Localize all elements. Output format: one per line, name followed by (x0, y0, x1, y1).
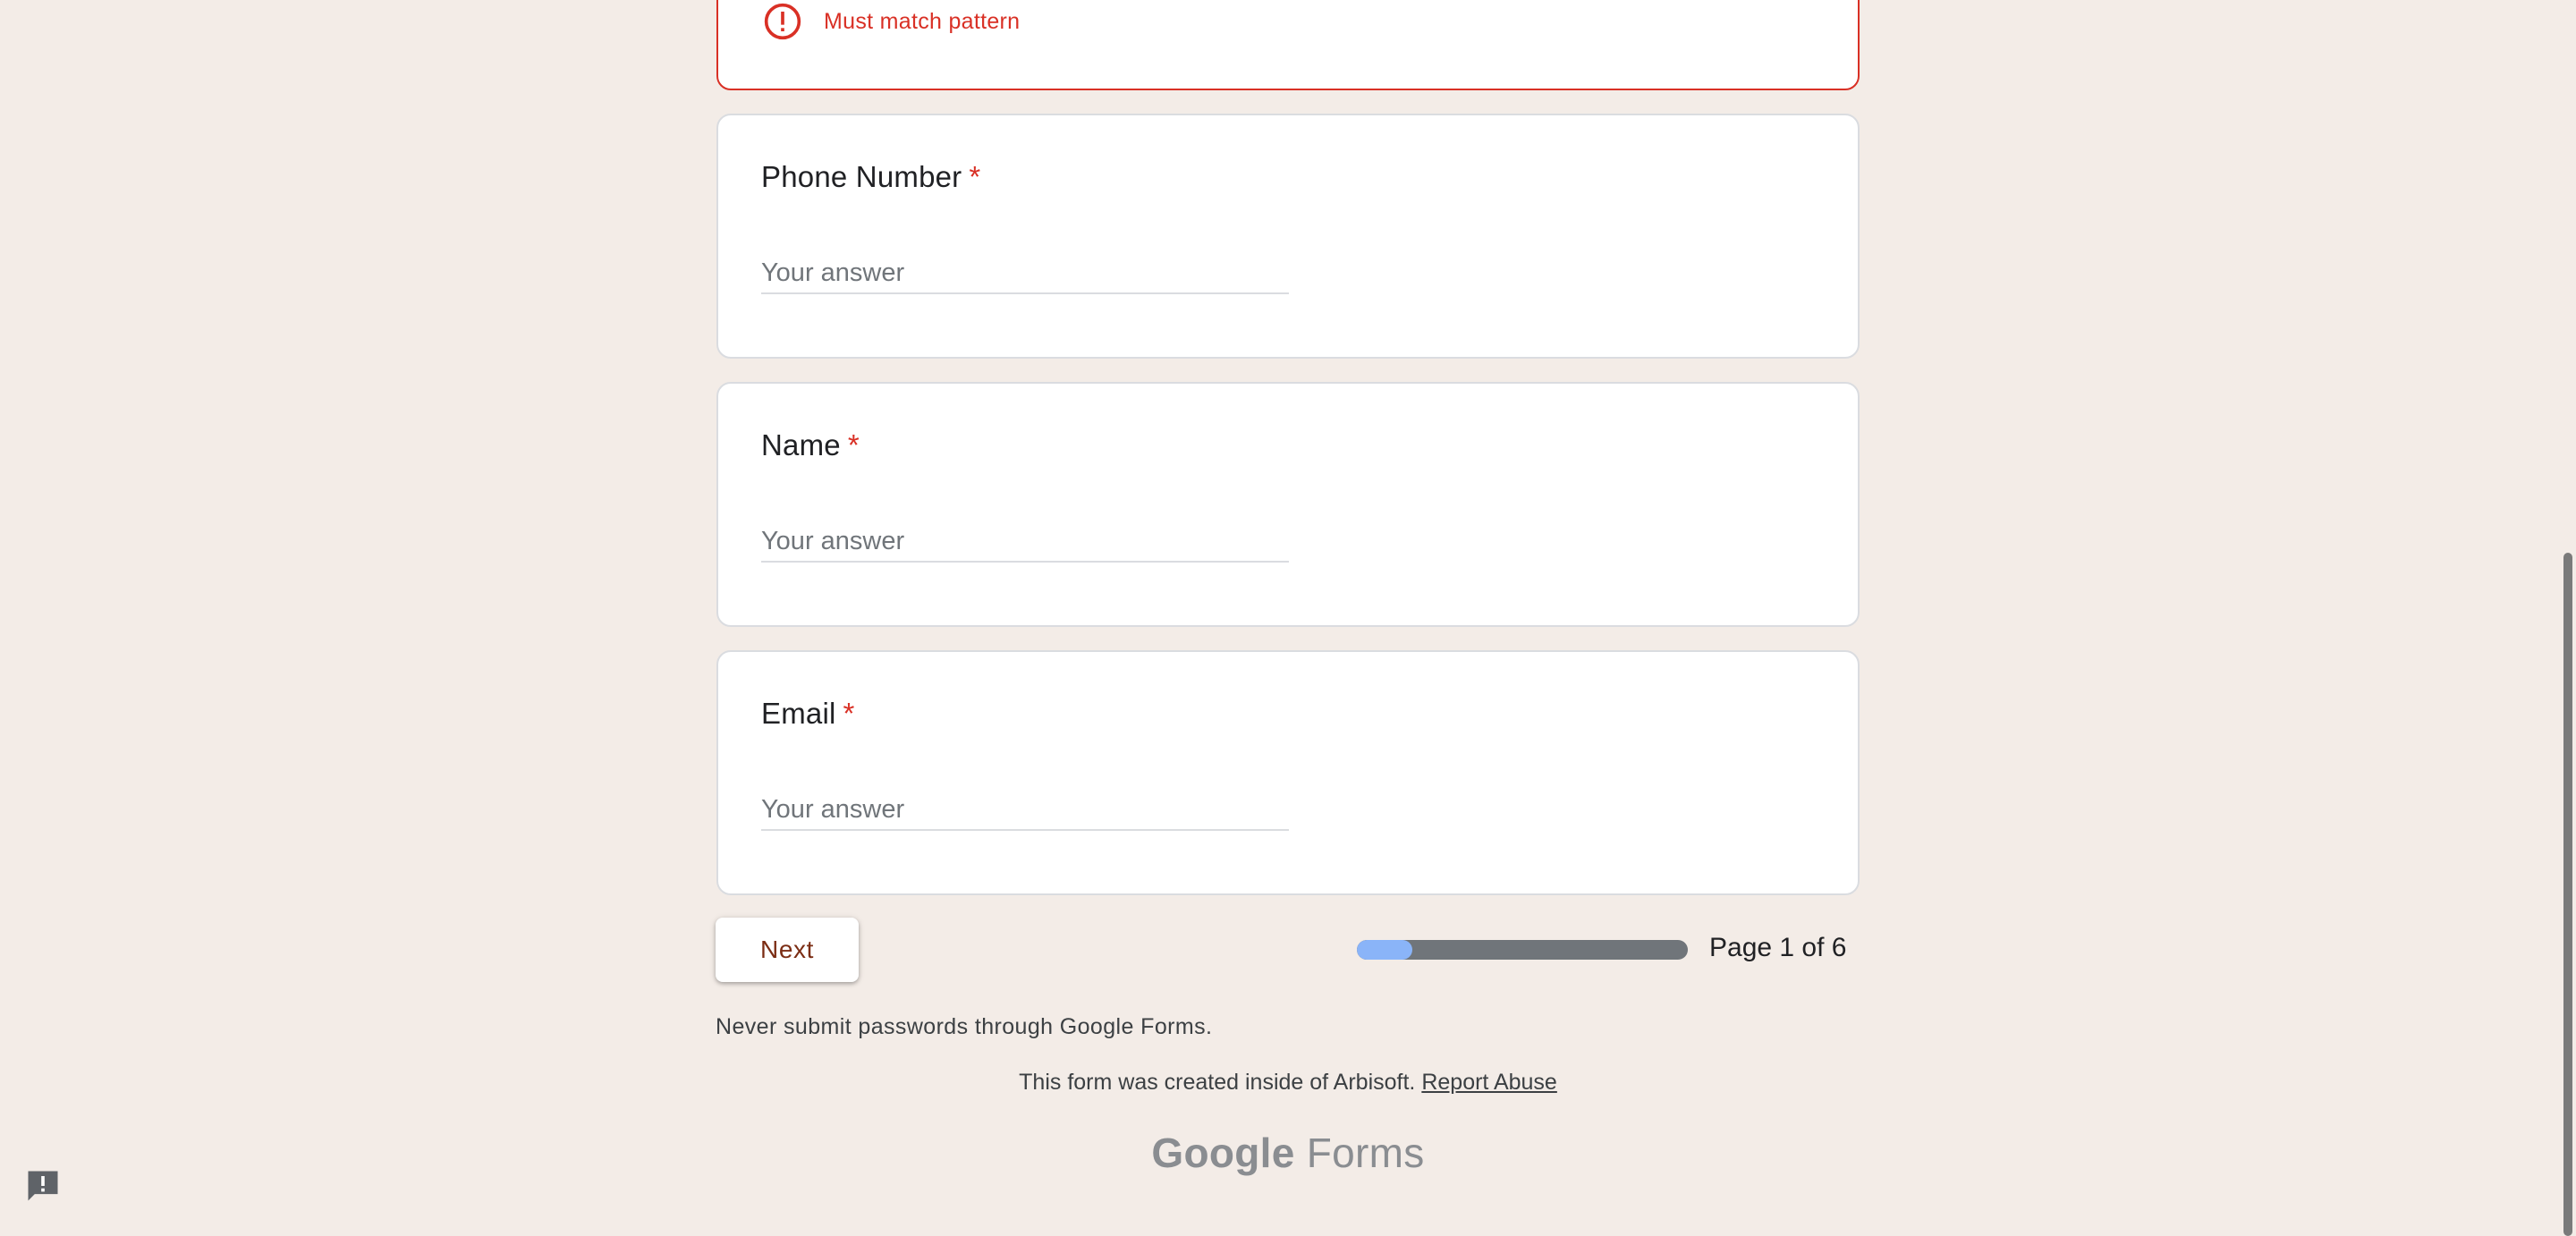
required-asterisk: * (847, 428, 860, 461)
password-disclaimer: Never submit passwords through Google Fo… (716, 1014, 1213, 1039)
scrollbar[interactable] (2558, 0, 2576, 1236)
error-card: Must match pattern (716, 0, 1860, 90)
name-input[interactable] (761, 521, 1289, 563)
progress-bar-fill (1357, 940, 1412, 960)
question-card-phone: Phone Number * (716, 114, 1860, 359)
phone-number-input[interactable] (761, 253, 1289, 294)
required-asterisk: * (843, 697, 855, 730)
error-message: Must match pattern (824, 8, 1021, 34)
feedback-icon[interactable] (23, 1166, 63, 1206)
created-text: This form was created inside of Arbisoft… (1019, 1070, 1416, 1095)
question-card-email: Email * (716, 650, 1860, 895)
question-label: Email (761, 697, 836, 730)
created-notice: This form was created inside of Arbisoft… (0, 1070, 2576, 1096)
error-row: Must match pattern (763, 2, 1020, 41)
question-title: Email * (761, 697, 855, 731)
next-button[interactable]: Next (716, 918, 859, 982)
page-indicator: Page 1 of 6 (1709, 933, 1847, 962)
required-asterisk: * (969, 160, 981, 193)
question-title: Name * (761, 428, 860, 462)
scrollbar-thumb[interactable] (2563, 553, 2572, 1236)
google-forms-logo[interactable]: Google Forms (0, 1129, 2576, 1177)
report-abuse-link[interactable]: Report Abuse (1421, 1070, 1557, 1095)
form-page: Must match pattern Phone Number* Name* E… (0, 0, 2576, 1236)
question-label: Name (761, 428, 841, 461)
question-card-name: Name * (716, 382, 1860, 627)
question-label: Phone Number (761, 160, 962, 193)
question-title: Phone Number * (761, 160, 980, 194)
brand-forms: Forms (1306, 1130, 1425, 1176)
progress-bar (1357, 940, 1688, 960)
error-circle-icon (763, 2, 802, 41)
email-input[interactable] (761, 790, 1289, 831)
brand-google: Google (1151, 1130, 1295, 1176)
